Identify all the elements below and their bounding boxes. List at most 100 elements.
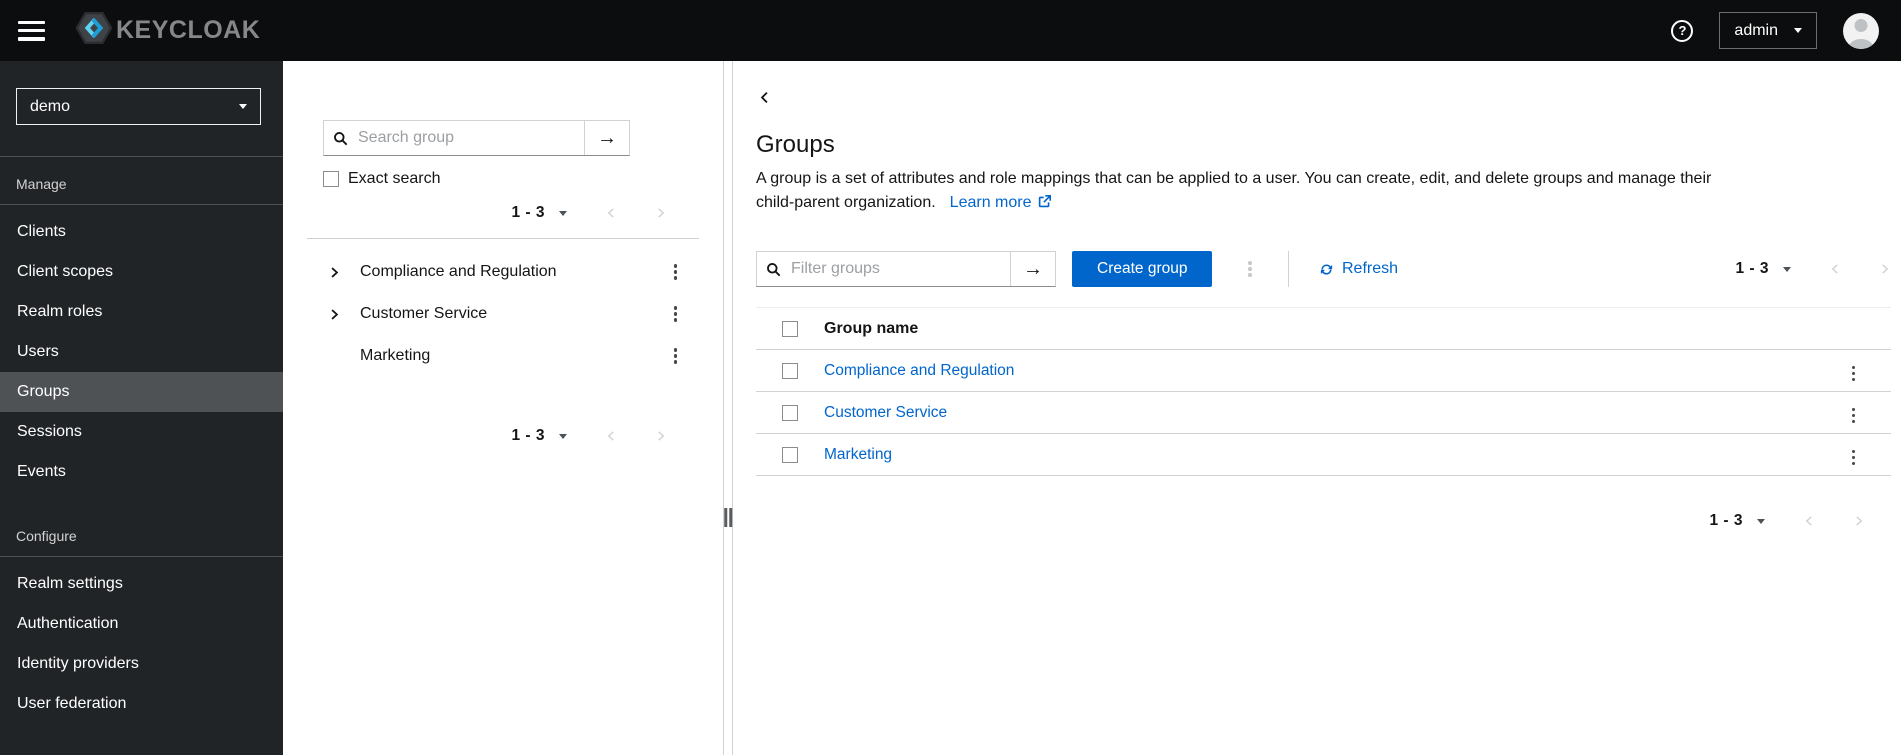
caret-down-icon	[1757, 518, 1765, 524]
pagination-next-button[interactable]	[1879, 263, 1891, 275]
group-name-link[interactable]: Compliance and Regulation	[824, 362, 1014, 380]
pagination-range: 1 - 3	[1735, 260, 1769, 277]
column-header-group-name: Group name	[824, 319, 919, 337]
group-name-link[interactable]: Marketing	[824, 446, 892, 464]
keycloak-logo[interactable]: KEYCLOAK	[75, 10, 260, 51]
pagination-menu-toggle[interactable]: 1 - 3	[511, 427, 567, 445]
pagination-range: 1 - 3	[1709, 512, 1743, 529]
tree-item[interactable]: Compliance and Regulation	[283, 251, 723, 293]
table-pagination-bottom: 1 - 3	[756, 512, 1865, 530]
refresh-label: Refresh	[1341, 260, 1399, 277]
sidebar-item-sessions[interactable]: Sessions	[0, 412, 283, 452]
chevron-right-icon[interactable]	[328, 266, 343, 279]
caret-down-icon	[559, 433, 567, 439]
row-checkbox[interactable]	[782, 446, 798, 463]
help-icon[interactable]: ?	[1671, 19, 1694, 42]
pagination-menu-toggle[interactable]: 1 - 3	[511, 204, 567, 222]
tree-item-label: Compliance and Regulation	[360, 263, 557, 280]
kebab-menu-icon[interactable]	[1846, 446, 1862, 470]
sidebar-item-user-federation[interactable]: User federation	[0, 684, 283, 724]
create-group-button[interactable]: Create group	[1072, 251, 1213, 287]
kebab-menu-icon[interactable]	[1846, 362, 1862, 386]
sidebar-item-users[interactable]: Users	[0, 332, 283, 372]
sidebar-item-authentication[interactable]: Authentication	[0, 604, 283, 644]
exact-search-checkbox[interactable]	[323, 171, 339, 187]
tree-item-label: Customer Service	[360, 305, 488, 322]
table-row: Marketing	[756, 434, 1891, 476]
sidebar: demo Manage Clients Client scopes Realm …	[0, 61, 283, 755]
pagination-prev-button[interactable]	[605, 207, 617, 219]
tree-pagination-bottom: 1 - 3	[283, 427, 667, 445]
pagination-prev-button[interactable]	[1803, 515, 1815, 527]
sidebar-item-realm-roles[interactable]: Realm roles	[0, 292, 283, 332]
sidebar-item-client-scopes[interactable]: Client scopes	[0, 252, 283, 292]
kebab-menu-icon[interactable]	[668, 344, 684, 368]
chevron-right-icon[interactable]	[328, 308, 343, 321]
pagination-next-button[interactable]	[655, 430, 667, 442]
kebab-menu-icon[interactable]	[668, 302, 684, 326]
group-search-input[interactable]	[356, 128, 575, 148]
realm-selector-block: demo	[0, 61, 283, 157]
table-pagination-top: 1 - 3	[1735, 260, 1891, 278]
sidebar-item-events[interactable]: Events	[0, 452, 283, 492]
pagination-next-button[interactable]	[655, 207, 667, 219]
divider	[1287, 251, 1289, 287]
group-tree: Compliance and Regulation Customer Servi…	[283, 251, 723, 377]
groups-toolbar: → Create group Refresh 1 - 3	[756, 251, 1891, 287]
kebab-menu-icon[interactable]	[668, 260, 684, 284]
user-menu-dropdown[interactable]: admin	[1719, 12, 1817, 49]
row-checkbox[interactable]	[782, 404, 798, 421]
tree-pagination-top: 1 - 3	[283, 204, 667, 222]
sidebar-item-clients[interactable]: Clients	[0, 212, 283, 252]
external-link-icon	[1038, 195, 1051, 208]
row-checkbox[interactable]	[782, 362, 798, 379]
kebab-menu-icon[interactable]	[1846, 404, 1862, 428]
refresh-button[interactable]: Refresh	[1319, 260, 1398, 278]
page-title: Groups	[756, 131, 835, 158]
sidebar-item-realm-settings[interactable]: Realm settings	[0, 564, 283, 604]
group-search-input-group: →	[323, 120, 630, 156]
caret-down-icon	[1783, 266, 1791, 272]
caret-down-icon	[239, 104, 247, 109]
tree-item[interactable]: Marketing	[283, 335, 723, 377]
filter-submit-button[interactable]: →	[1010, 252, 1055, 286]
sidebar-item-groups[interactable]: Groups	[0, 372, 283, 412]
sidebar-item-identity-providers[interactable]: Identity providers	[0, 644, 283, 684]
hamburger-menu-icon[interactable]	[18, 20, 45, 41]
username: admin	[1734, 21, 1778, 39]
keycloak-hexagon-icon	[75, 10, 113, 51]
filter-groups-input[interactable]	[789, 259, 1001, 279]
group-name-link[interactable]: Customer Service	[824, 404, 947, 422]
search-submit-button[interactable]: →	[584, 121, 629, 155]
divider	[307, 238, 699, 239]
avatar[interactable]	[1843, 12, 1879, 49]
nav-section-manage: Manage	[16, 176, 67, 192]
realm-selector[interactable]: demo	[16, 88, 261, 125]
realm-name: demo	[30, 97, 71, 115]
pagination-prev-button[interactable]	[605, 430, 617, 442]
refresh-icon	[1320, 263, 1333, 275]
caret-down-icon	[1794, 28, 1802, 33]
learn-more-link[interactable]: Learn more	[950, 194, 1051, 211]
groups-table: Group name Compliance and Regulation Cus…	[756, 307, 1891, 476]
pagination-menu-toggle[interactable]: 1 - 3	[1735, 260, 1791, 278]
table-row: Compliance and Regulation	[756, 350, 1891, 392]
tree-item[interactable]: Customer Service	[283, 293, 723, 335]
tree-item-label: Marketing	[360, 347, 431, 364]
exact-search-label: Exact search	[348, 170, 441, 187]
select-all-checkbox[interactable]	[782, 320, 798, 337]
table-header-row: Group name	[756, 308, 1891, 350]
drag-handle-icon[interactable]	[724, 508, 732, 527]
panel-resize-gutter	[724, 61, 732, 755]
nav-section-configure: Configure	[16, 528, 77, 544]
toolbar-kebab-menu-icon[interactable]	[1242, 257, 1258, 281]
divider	[0, 204, 283, 205]
pagination-next-button[interactable]	[1853, 515, 1865, 527]
brand-text: KEYCLOAK	[116, 16, 261, 44]
back-button[interactable]	[756, 89, 773, 106]
pagination-range: 1 - 3	[511, 427, 545, 444]
filter-input-group: →	[756, 251, 1056, 287]
pagination-menu-toggle[interactable]: 1 - 3	[1709, 512, 1765, 530]
divider	[0, 556, 283, 557]
pagination-prev-button[interactable]	[1829, 263, 1841, 275]
